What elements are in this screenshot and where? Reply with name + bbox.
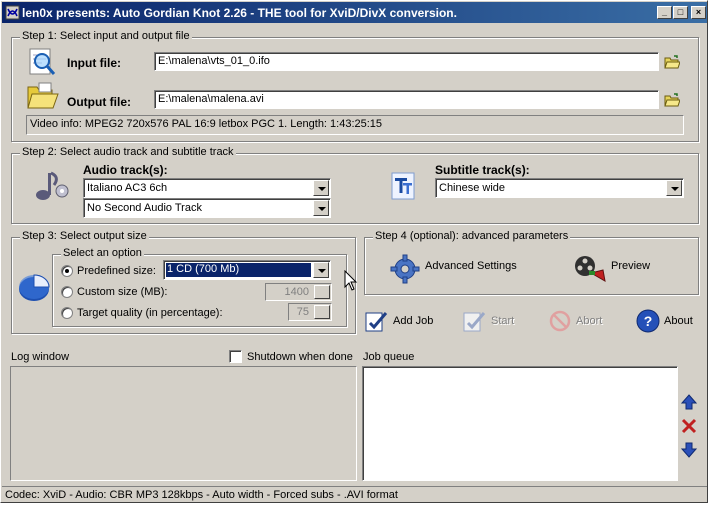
- job-queue-list[interactable]: [362, 366, 678, 481]
- maximize-button[interactable]: □: [673, 6, 688, 19]
- predefined-size-radio[interactable]: [61, 265, 73, 277]
- target-quality-radio[interactable]: [61, 307, 73, 319]
- custom-size-value: 1400: [284, 286, 309, 298]
- subtitle-tracks-label: Subtitle track(s):: [435, 163, 530, 177]
- audio-track-2-value: No Second Audio Track: [87, 202, 202, 214]
- pie-disk-icon: [19, 274, 50, 301]
- advanced-settings-button[interactable]: Advanced Settings: [387, 253, 517, 284]
- custom-size-label: Custom size (MB):: [77, 286, 168, 298]
- mouse-cursor-icon: [344, 270, 358, 291]
- start-label: Start: [491, 315, 515, 327]
- audio-track-1-select[interactable]: Italiano AC3 6ch: [83, 178, 331, 198]
- move-down-arrow-icon[interactable]: [681, 442, 697, 458]
- add-job-label: Add Job: [393, 315, 434, 327]
- chevron-down-icon: [318, 187, 326, 191]
- select-option-legend: Select an option: [61, 247, 144, 259]
- input-file-magnifier-icon: [29, 48, 56, 75]
- preview-label: Preview: [611, 260, 651, 272]
- advanced-settings-label: Advanced Settings: [425, 260, 517, 272]
- step2-legend: Step 2: Select audio track and subtitle …: [20, 146, 236, 158]
- step1-legend: Step 1: Select input and output file: [20, 30, 192, 42]
- close-button[interactable]: ×: [691, 6, 706, 19]
- custom-size-spinner[interactable]: 1400: [265, 283, 332, 301]
- target-quality-label: Target quality (in percentage):: [77, 307, 223, 319]
- help-question-icon: ?: [636, 309, 660, 333]
- chevron-down-icon: [671, 187, 679, 191]
- predefined-size-value: 1 CD (700 Mb): [165, 262, 312, 278]
- shutdown-checkbox[interactable]: [229, 350, 242, 363]
- video-info-panel: Video info: MPEG2 720x576 PAL 16:9 letbo…: [26, 115, 684, 135]
- move-up-arrow-icon[interactable]: [681, 394, 697, 410]
- step3-legend: Step 3: Select output size: [20, 230, 149, 242]
- custom-size-radio[interactable]: [61, 286, 73, 298]
- custom-size-spin-buttons[interactable]: [314, 285, 330, 299]
- gear-icon: [390, 254, 420, 284]
- predefined-size-dropdown-button[interactable]: [313, 262, 329, 278]
- predefined-size-label: Predefined size:: [77, 265, 156, 277]
- preview-button[interactable]: Preview: [572, 253, 662, 282]
- video-info-text: Video info: MPEG2 720x576 PAL 16:9 letbo…: [30, 118, 383, 130]
- shutdown-label: Shutdown when done: [247, 351, 353, 363]
- target-quality-spin-buttons[interactable]: [314, 305, 330, 319]
- main-window: len0x presents: Auto Gordian Knot 2.26 -…: [0, 0, 708, 503]
- abort-icon: [549, 310, 571, 332]
- input-file-label: Input file:: [67, 56, 121, 70]
- output-folder-icon: [27, 82, 59, 109]
- about-button[interactable]: ? About: [636, 308, 698, 336]
- film-reel-icon: [575, 256, 606, 282]
- input-file-field[interactable]: E:\malena\vts_01_0.ifo: [154, 52, 659, 71]
- predefined-size-select[interactable]: 1 CD (700 Mb): [163, 260, 331, 280]
- audio-track-2-dropdown-button[interactable]: [313, 200, 329, 216]
- audio-track-1-value: Italiano AC3 6ch: [87, 182, 168, 194]
- abort-label: Abort: [576, 315, 603, 327]
- start-icon: [463, 312, 486, 332]
- subtitle-track-select[interactable]: Chinese wide: [435, 178, 684, 198]
- title-bar[interactable]: len0x presents: Auto Gordian Knot 2.26 -…: [2, 2, 707, 23]
- about-label: About: [664, 315, 693, 327]
- target-quality-spinner[interactable]: 75: [288, 303, 332, 321]
- app-knot-icon: [5, 5, 20, 20]
- start-button[interactable]: Start: [462, 308, 522, 336]
- subtitle-t-icon: [391, 172, 415, 200]
- window-title: len0x presents: Auto Gordian Knot 2.26 -…: [22, 6, 457, 20]
- audio-track-1-dropdown-button[interactable]: [313, 180, 329, 196]
- status-bar: Codec: XviD - Audio: CBR MP3 128kbps - A…: [2, 486, 707, 503]
- chevron-down-icon: [318, 269, 326, 273]
- input-browse-folder-icon[interactable]: [664, 55, 680, 69]
- abort-button[interactable]: Abort: [548, 308, 608, 336]
- remove-x-icon[interactable]: [681, 418, 697, 434]
- add-job-icon: [365, 312, 388, 332]
- svg-text:?: ?: [644, 313, 653, 329]
- output-browse-folder-icon[interactable]: [664, 93, 680, 107]
- step4-legend: Step 4 (optional): advanced parameters: [373, 230, 571, 242]
- audio-track-2-select[interactable]: No Second Audio Track: [83, 198, 331, 218]
- log-window-label: Log window: [11, 351, 70, 363]
- target-quality-value: 75: [296, 306, 309, 318]
- subtitle-track-value: Chinese wide: [439, 182, 506, 194]
- minimize-button[interactable]: _: [657, 6, 672, 19]
- audio-note-icon: [36, 171, 69, 200]
- output-file-field[interactable]: E:\malena\malena.avi: [154, 90, 659, 109]
- subtitle-dropdown-button[interactable]: [666, 180, 682, 196]
- job-queue-label: Job queue: [363, 351, 415, 363]
- audio-tracks-label: Audio track(s):: [83, 163, 168, 177]
- log-window[interactable]: [10, 366, 357, 481]
- status-text: Codec: XviD - Audio: CBR MP3 128kbps - A…: [5, 489, 398, 501]
- chevron-down-icon: [318, 207, 326, 211]
- add-job-button[interactable]: Add Job: [364, 308, 439, 336]
- output-file-label: Output file:: [67, 95, 131, 109]
